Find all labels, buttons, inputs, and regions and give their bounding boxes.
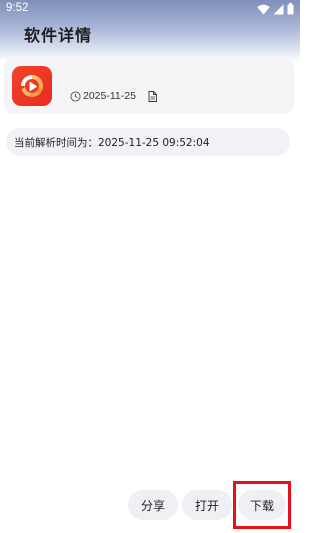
parse-time-text: 当前解析时间为：2025-11-25 09:52:04: [14, 137, 210, 149]
download-button[interactable]: 下载: [238, 490, 286, 520]
status-bar: 9:52: [0, 0, 300, 18]
clock-icon: [70, 90, 81, 102]
signal-icon: [273, 4, 284, 14]
app-info-card: 2025-11-25: [4, 58, 294, 114]
share-button[interactable]: 分享: [128, 490, 178, 520]
parse-time-pill: 当前解析时间为：2025-11-25 09:52:04: [6, 128, 290, 156]
app-detail-screen: 9:52 软件详情 2025-11-25 当前解析时间为：2025-11-25 …: [0, 0, 300, 533]
app-meta-row: 2025-11-25: [70, 90, 157, 102]
open-button[interactable]: 打开: [182, 490, 232, 520]
status-icons: [257, 3, 294, 15]
page-title: 软件详情: [24, 26, 93, 45]
status-time: 9:52: [6, 2, 29, 14]
battery-icon: [287, 3, 294, 15]
video-play-app-icon: [12, 66, 52, 106]
app-date: 2025-11-25: [83, 90, 136, 102]
file-icon: [148, 90, 157, 102]
wifi-icon: [257, 4, 270, 14]
